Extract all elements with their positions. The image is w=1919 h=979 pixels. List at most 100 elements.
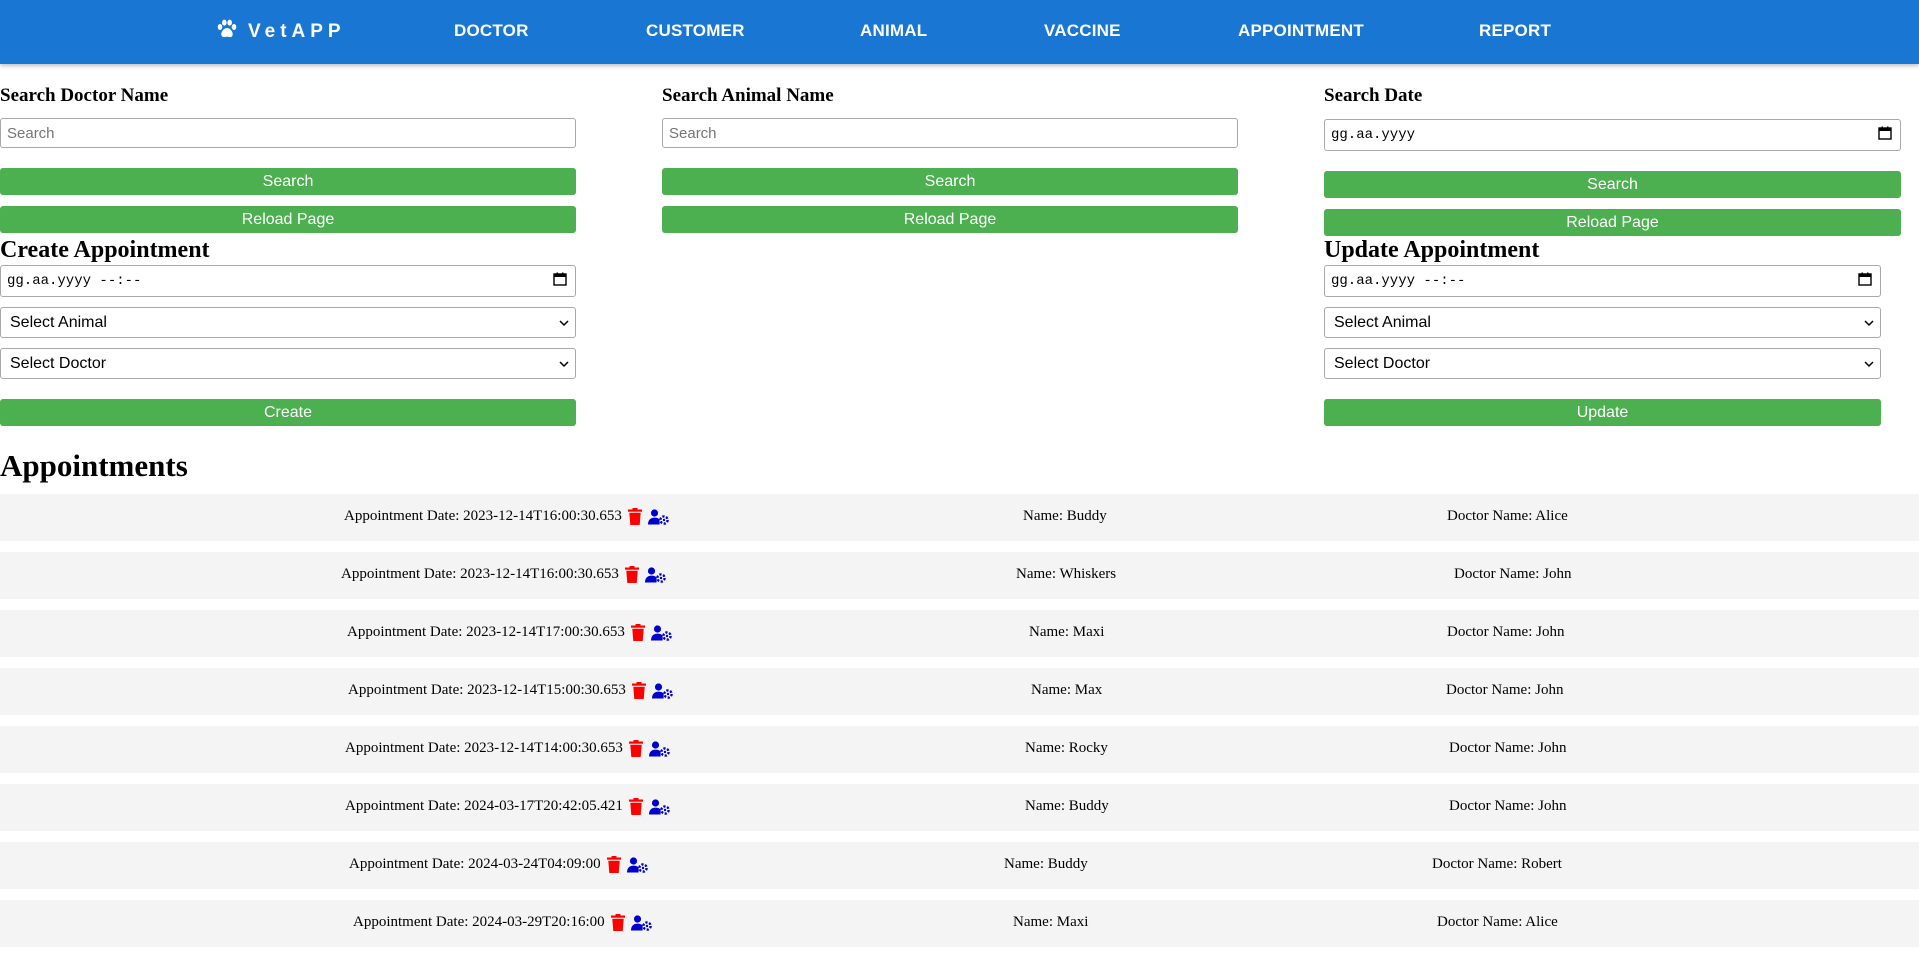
animal-name-cell: Name: Rocky [1025, 740, 1108, 756]
appointment-date: Appointment Date: 2024-03-24T04:09:00 [349, 856, 601, 872]
user-gear-icon[interactable] [644, 566, 666, 583]
create-doctor-select-value: Select Doctor [10, 354, 107, 372]
appointment-row: Appointment Date: 2023-12-14T14:00:30.65… [0, 726, 1919, 773]
create-button[interactable]: Create [0, 399, 576, 426]
nav-report[interactable]: REPORT [1479, 21, 1551, 41]
brand-name: VetAPP [248, 21, 346, 42]
search-animal-input[interactable] [662, 118, 1238, 148]
nav-vaccine[interactable]: VACCINE [1044, 21, 1121, 41]
reload-doctor-button[interactable]: Reload Page [0, 206, 576, 233]
update-button[interactable]: Update [1324, 399, 1881, 426]
doctor-name-cell: Doctor Name: John [1454, 566, 1572, 582]
user-gear-icon[interactable] [647, 508, 669, 525]
update-appointment-title: Update Appointment [1324, 237, 1540, 263]
appointment-date: Appointment Date: 2024-03-17T20:42:05.42… [345, 798, 623, 814]
animal-name-cell: Name: Maxi [1013, 914, 1089, 930]
search-date-title: Search Date [1324, 85, 1423, 106]
animal-name-cell: Name: Buddy [1023, 508, 1107, 524]
nav-appointment[interactable]: APPOINTMENT [1238, 21, 1364, 41]
doctor-name-cell: Doctor Name: John [1449, 740, 1567, 756]
user-gear-icon[interactable] [648, 740, 670, 757]
create-datetime-input[interactable]: gg.aa.yyyy --:-- [0, 265, 576, 297]
search-animal-title: Search Animal Name [662, 85, 834, 106]
appointment-date-cell: Appointment Date: 2024-03-29T20:16:00 [353, 914, 652, 931]
appointment-date-cell: Appointment Date: 2024-03-17T20:42:05.42… [345, 798, 670, 815]
user-gear-icon[interactable] [626, 856, 648, 873]
search-date-button[interactable]: Search [1324, 171, 1901, 198]
appointment-row: Appointment Date: 2023-12-14T16:00:30.65… [0, 552, 1919, 599]
appointment-date: Appointment Date: 2024-03-29T20:16:00 [353, 914, 605, 930]
animal-name-cell: Name: Whiskers [1016, 566, 1117, 582]
create-appointment-title: Create Appointment [0, 237, 210, 263]
search-animal-button[interactable]: Search [662, 168, 1238, 195]
appointment-date-cell: Appointment Date: 2023-12-14T14:00:30.65… [345, 740, 670, 757]
appointment-date-cell: Appointment Date: 2023-12-14T16:00:30.65… [344, 508, 669, 525]
update-datetime-input[interactable]: gg.aa.yyyy --:-- [1324, 265, 1881, 297]
appointment-date-cell: Appointment Date: 2023-12-14T16:00:30.65… [341, 566, 666, 583]
appointment-date-cell: Appointment Date: 2023-12-14T17:00:30.65… [347, 624, 672, 641]
calendar-icon[interactable] [1878, 126, 1892, 145]
appointment-row: Appointment Date: 2024-03-29T20:16:00 Na… [0, 900, 1919, 947]
animal-name-cell: Name: Maxi [1029, 624, 1105, 640]
appointment-row: Appointment Date: 2023-12-14T16:00:30.65… [0, 494, 1919, 541]
search-date-input[interactable]: gg.aa.yyyy [1324, 119, 1901, 151]
create-animal-select[interactable]: Select Animal [0, 307, 576, 338]
calendar-icon[interactable] [1858, 272, 1872, 291]
animal-name-cell: Name: Max [1031, 682, 1103, 698]
nav-doctor[interactable]: DOCTOR [454, 21, 529, 41]
doctor-name-cell: Doctor Name: John [1447, 624, 1565, 640]
trash-icon[interactable] [624, 566, 639, 583]
trash-icon[interactable] [610, 914, 625, 931]
user-gear-icon[interactable] [650, 624, 672, 641]
navbar: VetAPP DOCTOR CUSTOMER ANIMAL VACCINE AP… [0, 0, 1919, 64]
update-doctor-select-value: Select Doctor [1334, 354, 1431, 372]
appointment-row: Appointment Date: 2023-12-14T17:00:30.65… [0, 610, 1919, 657]
doctor-name-cell: Doctor Name: Alice [1447, 508, 1568, 524]
animal-name-cell: Name: Buddy [1004, 856, 1088, 872]
doctor-name-cell: Doctor Name: John [1449, 798, 1567, 814]
doctor-name-cell: Doctor Name: Alice [1437, 914, 1558, 930]
user-gear-icon[interactable] [648, 798, 670, 815]
animal-name-cell: Name: Buddy [1025, 798, 1109, 814]
doctor-name-cell: Doctor Name: Robert [1432, 856, 1562, 872]
user-gear-icon[interactable] [630, 914, 652, 931]
chevron-down-icon [559, 355, 569, 373]
nav-animal[interactable]: ANIMAL [860, 21, 927, 41]
reload-date-button[interactable]: Reload Page [1324, 209, 1901, 236]
create-doctor-select[interactable]: Select Doctor [0, 348, 576, 379]
trash-icon[interactable] [628, 798, 643, 815]
appointment-date: Appointment Date: 2023-12-14T17:00:30.65… [347, 624, 625, 640]
appointment-date: Appointment Date: 2023-12-14T15:00:30.65… [348, 682, 626, 698]
search-doctor-button[interactable]: Search [0, 168, 576, 195]
chevron-down-icon [559, 314, 569, 332]
update-animal-select-value: Select Animal [1334, 313, 1431, 331]
create-datetime-value: gg.aa.yyyy --:-- [7, 273, 142, 289]
doctor-name-cell: Doctor Name: John [1446, 682, 1564, 698]
trash-icon[interactable] [631, 682, 646, 699]
trash-icon[interactable] [628, 740, 643, 757]
search-date-value: gg.aa.yyyy [1331, 127, 1416, 143]
appointment-date: Appointment Date: 2023-12-14T16:00:30.65… [344, 508, 622, 524]
trash-icon[interactable] [627, 508, 642, 525]
brand-logo[interactable]: VetAPP [216, 19, 346, 45]
appointment-date-cell: Appointment Date: 2024-03-24T04:09:00 [349, 856, 648, 873]
update-datetime-value: gg.aa.yyyy --:-- [1331, 273, 1466, 289]
chevron-down-icon [1864, 355, 1874, 373]
appointment-date: Appointment Date: 2023-12-14T14:00:30.65… [345, 740, 623, 756]
search-doctor-input[interactable] [0, 118, 576, 148]
appointment-row: Appointment Date: 2023-12-14T15:00:30.65… [0, 668, 1919, 715]
nav-customer[interactable]: CUSTOMER [646, 21, 745, 41]
trash-icon[interactable] [630, 624, 645, 641]
create-animal-select-value: Select Animal [10, 313, 107, 331]
trash-icon[interactable] [606, 856, 621, 873]
appointment-date: Appointment Date: 2023-12-14T16:00:30.65… [341, 566, 619, 582]
appointment-row: Appointment Date: 2024-03-17T20:42:05.42… [0, 784, 1919, 831]
appointment-row: Appointment Date: 2024-03-24T04:09:00 Na… [0, 842, 1919, 889]
update-doctor-select[interactable]: Select Doctor [1324, 348, 1881, 379]
reload-animal-button[interactable]: Reload Page [662, 206, 1238, 233]
calendar-icon[interactable] [553, 272, 567, 291]
paw-icon [216, 19, 248, 45]
appointment-date-cell: Appointment Date: 2023-12-14T15:00:30.65… [348, 682, 673, 699]
user-gear-icon[interactable] [651, 682, 673, 699]
update-animal-select[interactable]: Select Animal [1324, 307, 1881, 338]
